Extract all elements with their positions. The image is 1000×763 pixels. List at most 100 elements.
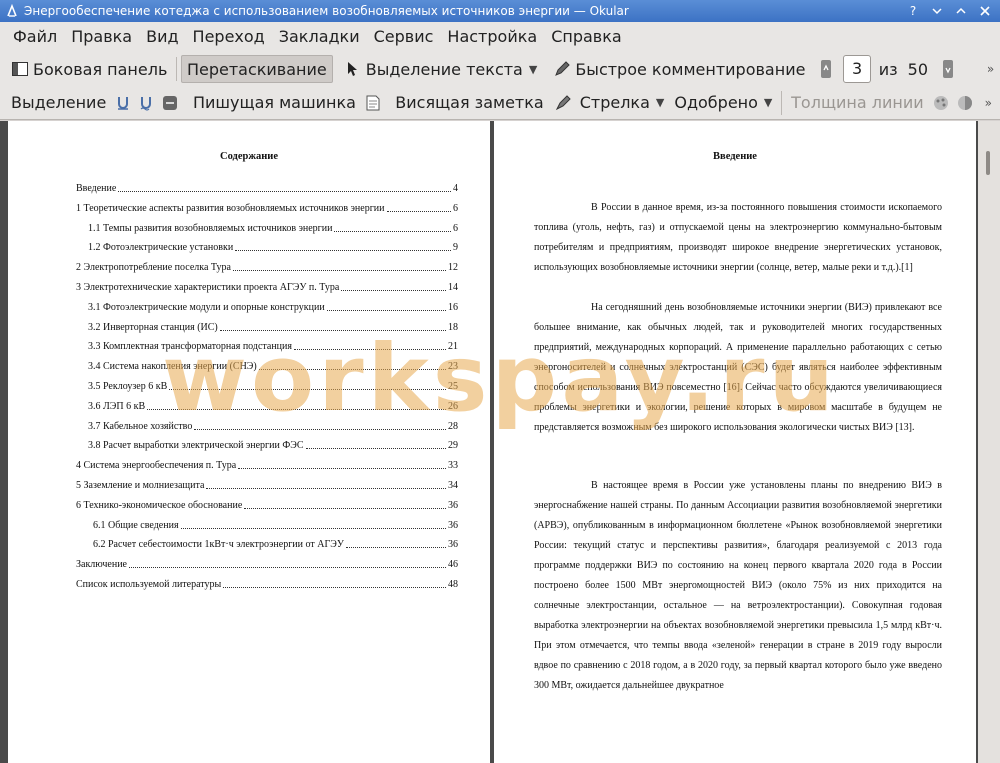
line-width-tool[interactable]: Толщина линии: [786, 89, 929, 117]
chevron-down-icon[interactable]: ▼: [656, 96, 664, 109]
menu-settings[interactable]: Настройка: [440, 22, 544, 52]
drag-mode-button[interactable]: Перетаскивание: [180, 55, 333, 83]
toc-title: 3.5 Реклоузер 6 кВ: [88, 381, 168, 392]
toc-title: Список используемой литературы: [76, 579, 222, 590]
toolbar-separator: [176, 57, 177, 81]
quick-comment-label: Быстрое комментирование: [575, 59, 806, 79]
selection-tool[interactable]: Выделение: [6, 89, 111, 117]
cursor-icon: [344, 60, 362, 78]
toolbar-overflow-icon[interactable]: »: [981, 93, 996, 113]
arrow-label: Стрелка: [579, 93, 650, 112]
toc-leader-dots: [232, 270, 446, 272]
toc-page-number: 6: [453, 202, 458, 214]
toc-row[interactable]: 3.8 Расчет выработки электрической энерг…: [88, 438, 458, 452]
close-icon[interactable]: [978, 4, 992, 18]
arrow-tool[interactable]: Стрелка ▼: [575, 89, 670, 117]
typewriter-tool[interactable]: Пишущая машинка: [188, 89, 361, 117]
toc-leader-dots: [118, 191, 451, 192]
menu-go[interactable]: Переход: [186, 22, 272, 52]
toc-row[interactable]: 5 Заземление и молниезащита 34: [76, 478, 458, 492]
scrollbar-thumb[interactable]: [986, 151, 990, 175]
toc-row[interactable]: 6 Технико-экономическое обоснование 36: [76, 498, 458, 512]
toc-row[interactable]: 1.1 Темпы развития возобновляемых источн…: [88, 221, 458, 235]
stamp-tool[interactable]: Одобрено ▼: [669, 89, 777, 117]
strikeout-icon[interactable]: [162, 93, 178, 113]
toc-page-number: 36: [448, 539, 458, 551]
toc-title: 4 Система энергообеспечения п. Тура: [76, 460, 237, 472]
text-selection-button[interactable]: Выделение текста ▼: [339, 55, 543, 83]
menu-bookmarks[interactable]: Закладки: [272, 22, 367, 52]
annotation-toolbar: Выделение Пишущая машинка Висящая заметк…: [0, 86, 1000, 120]
toc-title: 3.4 Система накопления энергии (СНЭ): [88, 361, 257, 373]
document-viewport[interactable]: Содержание Введение 4 1 Теоретические аспе…: [0, 121, 1000, 763]
toc-title: Введение: [76, 183, 117, 194]
toc-heading: Содержание: [220, 151, 278, 162]
toc-page-number: 4: [453, 183, 458, 194]
toc-leader-dots: [194, 428, 446, 430]
underline-icon[interactable]: [115, 93, 130, 113]
toc-leader-dots: [334, 230, 451, 232]
toc-row[interactable]: 3.4 Система накопления энергии (СНЭ) 23: [88, 359, 458, 373]
toolbar-overflow-icon[interactable]: »: [985, 59, 996, 79]
toc-page-number: 46: [448, 559, 458, 571]
toc-row[interactable]: 3.6 ЛЭП 6 кВ 26: [88, 399, 458, 413]
menu-view[interactable]: Вид: [139, 22, 185, 52]
toc-leader-dots: [326, 309, 446, 311]
okular-app-icon[interactable]: [4, 3, 20, 19]
sidebar-button[interactable]: Боковая панель: [6, 55, 172, 83]
opacity-icon[interactable]: [957, 93, 973, 113]
menu-tools[interactable]: Сервис: [367, 22, 441, 52]
highlighter-icon[interactable]: [555, 93, 571, 113]
quick-comment-button[interactable]: Быстрое комментирование: [548, 55, 810, 83]
popup-note-tool[interactable]: Висящая заметка: [390, 89, 548, 117]
toc-row[interactable]: 3.1 Фотоэлектрические модули и опорные к…: [88, 300, 458, 314]
toc-page-number: 29: [448, 440, 458, 452]
toc-title: 3.8 Расчет выработки электрической энерг…: [88, 440, 304, 452]
toc-row[interactable]: 1 Теоретические аспекты развития возобно…: [76, 201, 458, 215]
menu-bar: Файл Правка Вид Переход Закладки Сервис …: [0, 22, 1000, 52]
chevron-down-icon[interactable]: ▼: [764, 96, 772, 109]
page-number-input[interactable]: 3: [843, 55, 871, 83]
toc-row[interactable]: Введение 4: [76, 181, 458, 195]
toc-row[interactable]: 3.3 Комплектная трансформаторная подстан…: [88, 339, 458, 353]
toc-page-number: 25: [448, 381, 458, 392]
toc-row[interactable]: 3 Электротехнические характеристики прое…: [76, 280, 458, 294]
pen-icon: [553, 60, 571, 78]
toc-leader-dots: [294, 349, 446, 351]
menu-edit[interactable]: Правка: [64, 22, 139, 52]
chevron-down-icon[interactable]: ▼: [529, 63, 537, 76]
toc-page-number: 28: [448, 420, 458, 432]
menu-help[interactable]: Справка: [544, 22, 629, 52]
toc-row[interactable]: 4 Система энергообеспечения п. Тура 33: [76, 458, 458, 472]
intro-heading: Введение: [713, 151, 757, 162]
toc-row[interactable]: 3.7 Кабельное хозяйство 28: [88, 419, 458, 433]
sidebar-icon: [11, 60, 29, 78]
toc-row[interactable]: 3.5 Реклоузер 6 кВ 25: [88, 379, 458, 393]
toc-title: 3 Электротехнические характеристики прое…: [76, 282, 340, 293]
squiggly-icon[interactable]: [139, 93, 154, 113]
menu-file[interactable]: Файл: [6, 22, 64, 52]
toc-row[interactable]: Заключение 46: [76, 557, 458, 571]
minimize-icon[interactable]: [930, 4, 944, 18]
toc-row[interactable]: 6.2 Расчет себестоимости 1кВт·ч электроэ…: [93, 537, 458, 551]
vertical-scrollbar[interactable]: [978, 121, 1000, 763]
toc-row[interactable]: 2 Электропотребление поселка Тура 12: [76, 260, 458, 274]
toc-title: Заключение: [76, 559, 127, 571]
typewriter-label: Пишущая машинка: [192, 93, 356, 112]
sidebar-label: Боковая панель: [33, 59, 168, 79]
toc-title: 1.2 Фотоэлектрические установки: [88, 242, 234, 254]
toc-row[interactable]: 1.2 Фотоэлектрические установки 9: [88, 240, 458, 254]
toc-leader-dots: [219, 329, 446, 331]
help-icon[interactable]: ?: [906, 4, 920, 18]
maximize-icon[interactable]: [954, 4, 968, 18]
toc-row[interactable]: 3.2 Инверторная станция (ИС) 18: [88, 320, 458, 334]
previous-page-icon[interactable]: [820, 59, 831, 79]
toc-title: 2 Электропотребление поселка Тура: [76, 262, 231, 274]
note-icon[interactable]: [365, 93, 380, 113]
toc-page-number: 18: [448, 321, 458, 333]
toc-row[interactable]: 6.1 Общие сведения 36: [93, 518, 458, 532]
toc-row[interactable]: Список используемой литературы 48: [76, 577, 458, 591]
toc-page-number: 33: [448, 460, 458, 472]
color-palette-icon[interactable]: [933, 93, 949, 113]
next-page-icon[interactable]: [942, 59, 953, 79]
